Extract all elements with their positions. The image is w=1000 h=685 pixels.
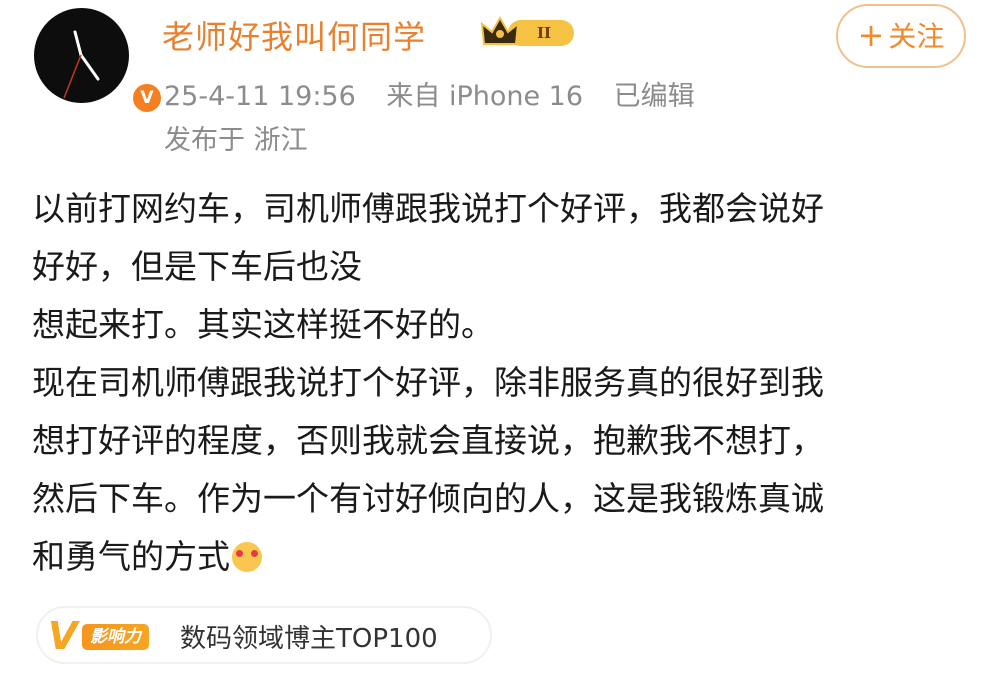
post-line: 现在司机师傅跟我说打个好评，除非服务真的很好到我 <box>32 363 824 402</box>
influence-badge[interactable]: V 影响力 数码领域博主TOP100 <box>36 606 492 664</box>
follow-label: 关注 <box>888 20 945 53</box>
post-line: 然后下车。作为一个有讨好倾向的人，这是我锻炼真诚 <box>32 479 824 518</box>
post-line: 想打好评的程度，否则我就会直接说，抱歉我不想打， <box>32 421 824 460</box>
influence-text: 数码领域博主TOP100 <box>180 624 438 654</box>
follow-button[interactable]: + 关注 <box>836 4 966 68</box>
clock-hands-icon <box>63 30 100 99</box>
post-line: 以前打网约车，司机师傅跟我说打个好评，我都会说好 <box>32 189 824 228</box>
post-meta: 25-4-11 19:56 来自 iPhone 16 已编辑 <box>164 74 717 113</box>
vip-badge[interactable]: II <box>480 14 578 50</box>
post-location: 发布于 浙江 <box>164 125 308 156</box>
post-line-last: 和勇气的方式 <box>32 528 972 586</box>
post-line: 好好，但是下车后也没 <box>32 247 362 286</box>
crown-icon <box>480 15 520 45</box>
plus-icon: + <box>857 16 885 54</box>
username[interactable]: 老师好我叫何同学 <box>162 12 426 58</box>
influence-logo: V 影响力 <box>48 616 178 656</box>
verified-badge-icon: V <box>130 81 164 115</box>
post-line: 想起来打。其实这样挺不好的。 <box>32 305 494 344</box>
avatar[interactable]: V <box>34 8 164 115</box>
heart-eyes-emoji-icon <box>232 542 262 572</box>
post-body: 以前打网约车，司机师傅跟我说打个好评，我都会说好 好好，但是下车后也没 想起来打… <box>32 180 972 586</box>
post-line: 和勇气的方式 <box>32 537 230 576</box>
edited-label[interactable]: 已编辑 <box>614 81 695 112</box>
post-time: 25-4-11 19:56 <box>164 81 356 112</box>
post-source[interactable]: 来自 iPhone 16 <box>386 81 583 112</box>
influence-tag: 影响力 <box>82 624 149 650</box>
